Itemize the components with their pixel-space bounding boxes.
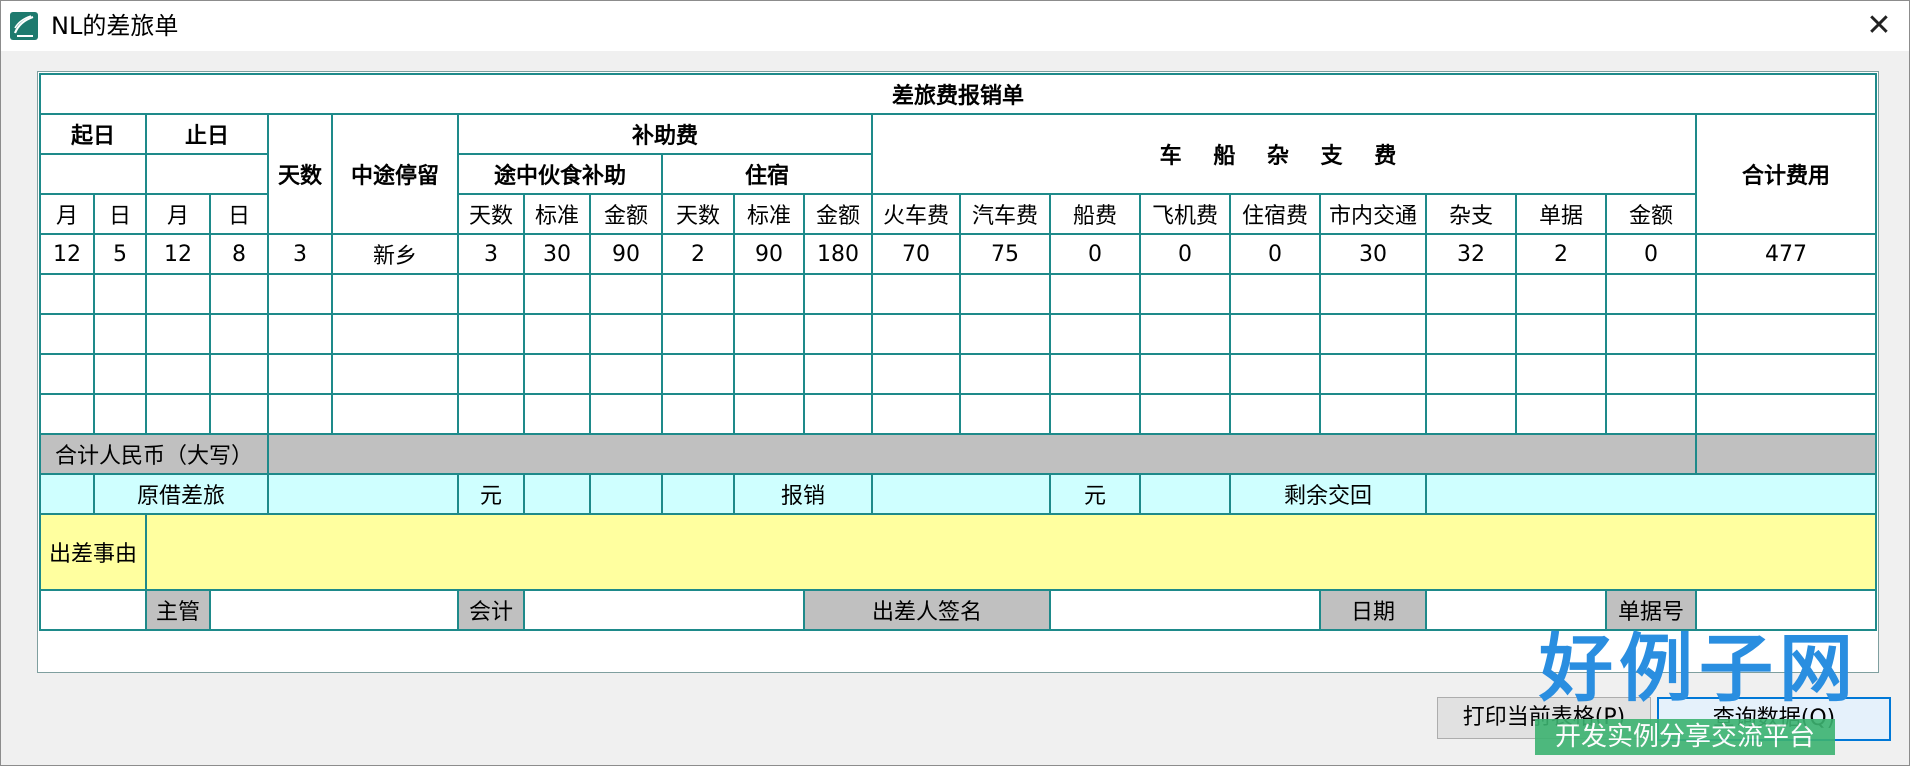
total-rmb-label: 合计人民币（大写）: [39, 433, 269, 475]
advance-amount[interactable]: [267, 473, 459, 515]
cell-start-month[interactable]: 12: [39, 233, 95, 275]
form-title: 差旅费报销单: [39, 73, 1877, 115]
cell-lodging-standard[interactable]: 90: [733, 233, 805, 275]
cell-lodging-amount[interactable]: 180: [803, 233, 873, 275]
supervisor-input[interactable]: [209, 589, 459, 631]
header-days: 天数: [267, 113, 333, 235]
header-start-date: 起日: [39, 113, 147, 155]
reimburse-label: 报销: [733, 473, 873, 515]
table-row: [39, 393, 1877, 435]
cell-meal-standard[interactable]: 30: [523, 233, 591, 275]
date-input[interactable]: [1425, 589, 1607, 631]
cell-flight[interactable]: 0: [1139, 233, 1231, 275]
reimburse-amount[interactable]: [871, 473, 1051, 515]
close-button[interactable]: ✕: [1857, 5, 1901, 47]
advance-label: 原借差旅: [93, 473, 269, 515]
header-train: 火车费: [871, 193, 961, 235]
total-rmb-value[interactable]: [267, 433, 1697, 475]
cell-stopover[interactable]: 新乡: [331, 233, 459, 275]
dialog-window: NL的差旅单 ✕ 差旅费报销单 起日 止日 天数 中途停留 补助费 车 船 杂 …: [0, 0, 1910, 766]
header-transport: 车 船 杂 支 费: [871, 113, 1697, 195]
cell-train[interactable]: 70: [871, 233, 961, 275]
print-button[interactable]: 打印当前表格(P): [1437, 697, 1651, 739]
header-transport-amount: 金额: [1605, 193, 1697, 235]
title-bar: NL的差旅单 ✕: [1, 1, 1909, 51]
cell-lodging-days[interactable]: 2: [661, 233, 735, 275]
header-start-date-cont: [39, 153, 147, 195]
cell-end-day[interactable]: 8: [209, 233, 269, 275]
header-month: 月: [39, 193, 95, 235]
header-flight: 飞机费: [1139, 193, 1231, 235]
reimburse-yuan: 元: [1049, 473, 1141, 515]
header-lodging: 住宿: [661, 153, 873, 195]
header-receipts: 单据: [1515, 193, 1607, 235]
header-end-date: 止日: [145, 113, 269, 155]
table-row: [39, 273, 1877, 315]
cell-hotel[interactable]: 0: [1229, 233, 1321, 275]
header-day: 日: [93, 193, 147, 235]
header-subsidy: 补助费: [457, 113, 873, 155]
header-hotel: 住宿费: [1229, 193, 1321, 235]
header-bus: 汽车费: [959, 193, 1051, 235]
cell-meal-amount[interactable]: 90: [589, 233, 663, 275]
header-ship: 船费: [1049, 193, 1141, 235]
expense-form-table: 差旅费报销单 起日 止日 天数 中途停留 补助费 车 船 杂 支 费 合计费用 …: [39, 73, 1877, 631]
cell-bus[interactable]: 75: [959, 233, 1051, 275]
header-end-date-cont: [145, 153, 269, 195]
remaining-label: 剩余交回: [1229, 473, 1427, 515]
cell-ship[interactable]: 0: [1049, 233, 1141, 275]
header-day: 日: [209, 193, 269, 235]
cell-misc[interactable]: 32: [1425, 233, 1517, 275]
header-misc: 杂支: [1425, 193, 1517, 235]
total-rmb-extra[interactable]: [1695, 433, 1877, 475]
header-month: 月: [145, 193, 211, 235]
remaining-amount[interactable]: [1425, 473, 1877, 515]
reason-label: 出差事由: [39, 513, 147, 591]
doc-no-label: 单据号: [1605, 589, 1697, 631]
cell-transport-amount[interactable]: 0: [1605, 233, 1697, 275]
cell-receipts[interactable]: 2: [1515, 233, 1607, 275]
cell-meal-days[interactable]: 3: [457, 233, 525, 275]
header-lodging-days: 天数: [661, 193, 735, 235]
header-lodging-standard: 标准: [733, 193, 805, 235]
cell-start-day[interactable]: 5: [93, 233, 147, 275]
header-meal-standard: 标准: [523, 193, 591, 235]
date-label: 日期: [1319, 589, 1427, 631]
header-meal-amount: 金额: [589, 193, 663, 235]
table-row: 12 5 12 8 3 新乡 3 30 90 2 90 180 70 75 0 …: [39, 233, 1877, 275]
reason-input[interactable]: [145, 513, 1877, 591]
window-title: NL的差旅单: [51, 12, 179, 40]
traveler-sign-input[interactable]: [1049, 589, 1321, 631]
traveler-sign-label: 出差人签名: [803, 589, 1051, 631]
header-lodging-amount: 金额: [803, 193, 873, 235]
table-row: [39, 353, 1877, 395]
supervisor-label: 主管: [145, 589, 211, 631]
header-meal-subsidy: 途中伙食补助: [457, 153, 663, 195]
query-button[interactable]: 查询数据(Q): [1657, 697, 1891, 741]
accountant-label: 会计: [457, 589, 525, 631]
cell-days[interactable]: 3: [267, 233, 333, 275]
cell-city-transport[interactable]: 30: [1319, 233, 1427, 275]
header-total: 合计费用: [1695, 113, 1877, 235]
cell-total[interactable]: 477: [1695, 233, 1877, 275]
app-icon: [10, 12, 38, 40]
advance-yuan: 元: [457, 473, 525, 515]
table-row: [39, 313, 1877, 355]
header-stopover: 中途停留: [331, 113, 459, 235]
cell-end-month[interactable]: 12: [145, 233, 211, 275]
accountant-input[interactable]: [523, 589, 805, 631]
header-meal-days: 天数: [457, 193, 525, 235]
header-city-transport: 市内交通: [1319, 193, 1427, 235]
doc-no-input[interactable]: [1695, 589, 1877, 631]
